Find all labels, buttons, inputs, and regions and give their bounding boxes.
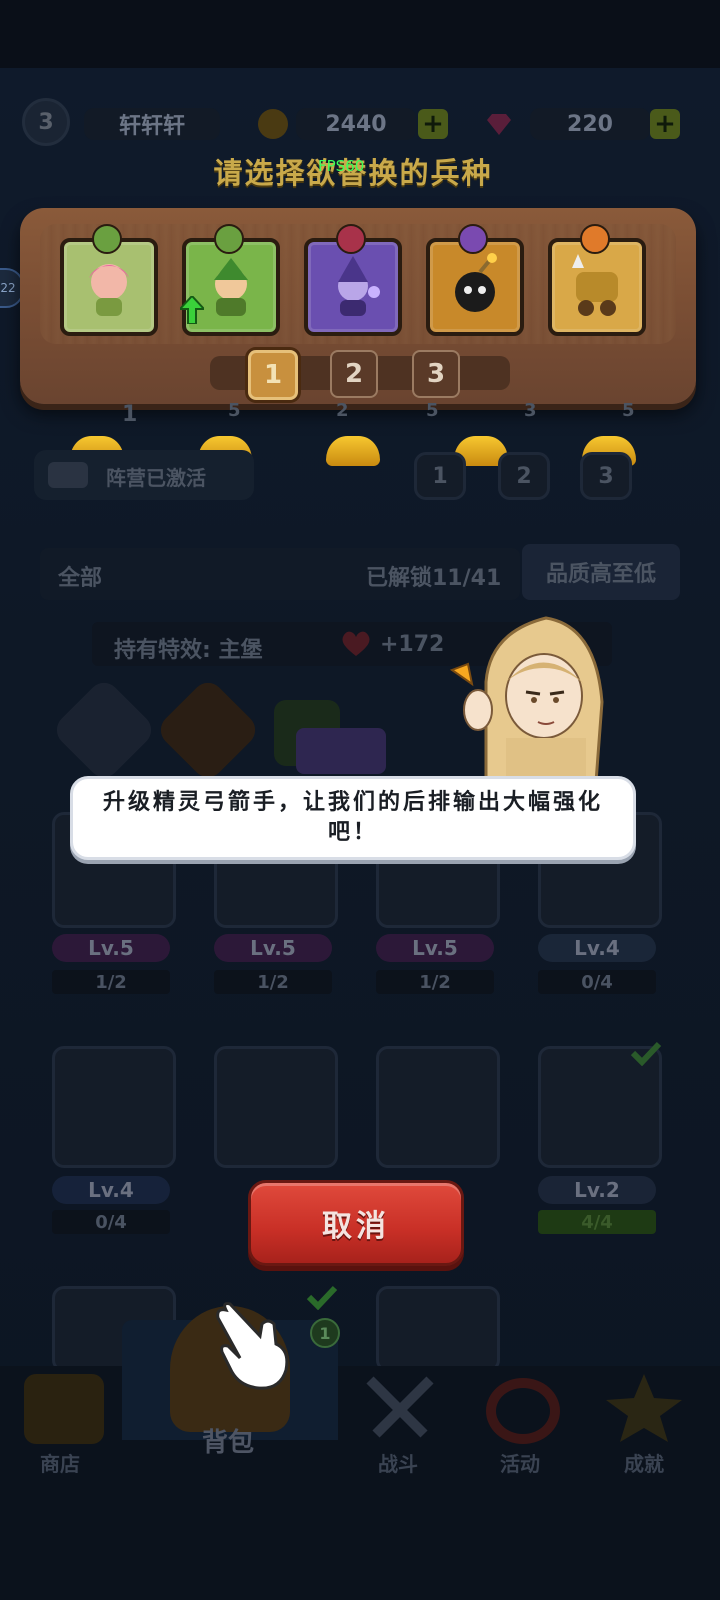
unit-class-badge [458,224,488,254]
nav-shop[interactable]: 商店 [40,1448,80,1477]
slot-number: 5 [228,400,241,421]
unit-progress: 0/4 [52,1210,170,1234]
nav-achievements[interactable]: 成就 [624,1448,664,1477]
cannon-icon [572,254,618,316]
page-button-2[interactable]: 2 [330,350,378,398]
unit-level: Lv.4 [52,1176,170,1204]
effect-label: 持有特效: 主堡 [114,638,263,663]
nav-events[interactable]: 活动 [500,1448,540,1477]
cancel-button[interactable]: 取消 [248,1180,464,1266]
formation-tab-label: 1 [432,463,448,489]
formation-tab-2[interactable]: 2 [498,452,550,500]
unit-level: Lv.2 [538,1176,656,1204]
tutorial-text: 升级精灵弓箭手，让我们的后排输出大幅强化吧！ [102,790,603,845]
plus-icon: + [422,109,444,139]
unit-level: Lv.5 [376,934,494,962]
heart-icon [340,630,372,658]
player-name-pill: 轩轩轩 [84,108,220,140]
slot-number: 2 [336,400,349,421]
unit-class-badge [92,224,122,254]
tutorial-dialog-bubble: 升级精灵弓箭手，让我们的后排输出大幅强化吧！ [70,776,636,860]
nav-backpack[interactable]: 背包 [202,1422,254,1459]
upgrade-arrow-icon [177,294,207,325]
plus-icon: + [654,109,676,139]
unlocked-count: 已解锁11/41 [366,566,502,591]
page-number: 3 [426,359,446,389]
player-level: 3 [38,109,54,135]
wizard-preview-card [296,728,386,774]
formation-tab-3[interactable]: 3 [580,452,632,500]
shop-icon [24,1374,104,1444]
slot-number: 1 [122,402,138,427]
inventory-unit-card[interactable] [214,1046,338,1168]
unit-level: Lv.5 [214,934,332,962]
unit-class-badge [214,224,244,254]
check-icon [630,1040,662,1067]
player-name: 轩轩轩 [118,114,185,139]
page-number: 1 [263,360,283,390]
unit-progress: 1/2 [214,970,332,994]
nav-battle[interactable]: 战斗 [378,1448,418,1477]
gold-coin-icon [258,109,288,139]
check-icon [306,1284,338,1311]
count-badge: 1 [310,1318,340,1348]
achievement-star-icon [600,1372,688,1444]
unit-progress: 4/4 [538,1210,656,1234]
archer-girl-icon [89,264,129,316]
inventory-unit-card[interactable] [376,1286,500,1372]
camp-icon [48,462,88,488]
bomb-skull-icon [455,253,497,312]
unit-level: Lv.5 [52,934,170,962]
unit-class-badge [336,224,366,254]
crossed-swords-icon [364,1376,436,1442]
side-badge-count: 22 [0,281,16,295]
formation-tab-1[interactable]: 1 [414,452,466,500]
formation-tab-label: 2 [516,463,532,489]
sort-button[interactable]: 品质高至低 [522,544,680,600]
unit-progress: 0/4 [538,970,656,994]
inventory-unit-card[interactable] [52,1046,176,1168]
gold-pill: 2440 [296,108,416,140]
filter-all[interactable]: 全部 [58,560,102,592]
gold-amount: 2440 [325,111,387,137]
count-badge-number: 1 [319,1323,331,1343]
unit-progress: 1/2 [52,970,170,994]
camp-activated-label: 阵营已激活 [106,466,206,490]
slot-number: 3 [524,400,537,421]
slot-marker-icon[interactable] [326,436,380,466]
unit-progress: 1/2 [376,970,494,994]
formation-tab-label: 3 [598,463,614,489]
gem-amount: 220 [567,111,613,137]
elf-archer-icon [214,258,248,316]
player-level-badge: 3 [22,98,70,146]
page-number: 2 [344,359,364,389]
add-gem-button[interactable]: + [650,109,680,139]
page-button-1[interactable]: 1 [248,350,298,400]
fps-counter: FPS60 [318,157,365,175]
cancel-label: 取消 [322,1209,390,1244]
tap-hand-icon [212,1300,298,1392]
gem-icon [484,109,514,139]
inventory-unit-card[interactable] [376,1046,500,1168]
gem-pill: 220 [530,108,650,140]
add-gold-button[interactable]: + [418,109,448,139]
target-icon [486,1378,560,1444]
slot-number: 5 [622,400,635,421]
wizard-icon [338,256,380,316]
effect-value: +172 [380,632,445,657]
unit-level: Lv.4 [538,934,656,962]
tutorial-guide-character [446,612,616,784]
slot-number: 5 [426,400,439,421]
unit-class-badge [580,224,610,254]
page-button-3[interactable]: 3 [412,350,460,398]
sort-label: 品质高至低 [545,562,656,587]
